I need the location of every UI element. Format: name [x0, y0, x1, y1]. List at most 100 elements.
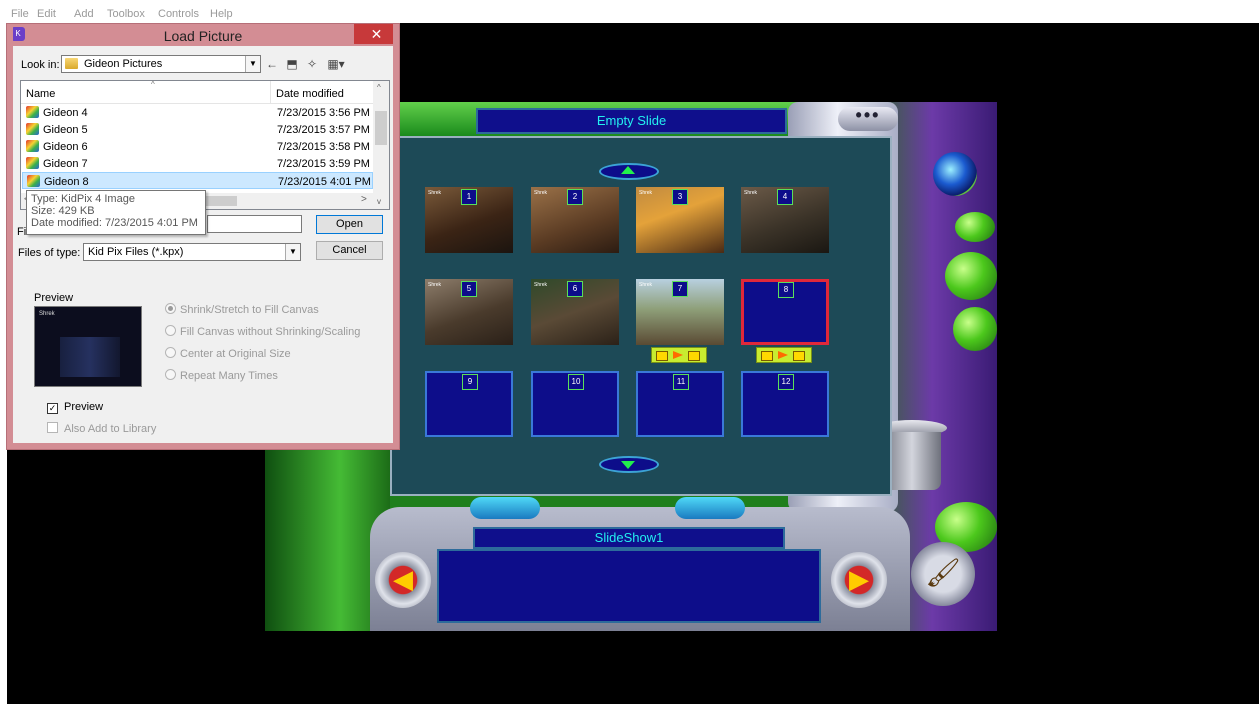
option-label: Center at Original Size: [180, 348, 291, 360]
slide-thumbnail-empty[interactable]: 10: [531, 371, 619, 437]
slide-thumbnail[interactable]: Shrek 1: [425, 187, 513, 253]
open-button[interactable]: Open: [316, 215, 383, 234]
next-button[interactable]: ▶: [831, 552, 887, 608]
file-date: 7/23/2015 3:57 PM: [277, 124, 370, 136]
option-label: Repeat Many Times: [180, 370, 278, 382]
slide-thumbnail[interactable]: Shrek 2: [531, 187, 619, 253]
scrollbar-thumb[interactable]: [375, 111, 387, 145]
column-date-modified[interactable]: Date modified: [276, 88, 344, 100]
preview-label: Preview: [34, 292, 74, 304]
transition-button[interactable]: [651, 347, 707, 363]
add-to-library-checkbox[interactable]: Also Add to Library: [47, 422, 156, 435]
new-folder-icon[interactable]: ✧: [305, 57, 319, 71]
slide-number: 7: [672, 281, 688, 297]
green-ball-decoration: [953, 307, 997, 351]
slide-thumbnail-selected[interactable]: 8: [741, 279, 829, 345]
file-list-header: ^ Name Date modified: [21, 81, 373, 104]
option-center[interactable]: Center at Original Size: [165, 347, 291, 360]
preview-figures: [60, 337, 120, 377]
transition-from-icon: [761, 351, 773, 361]
file-row[interactable]: Gideon 5 7/23/2015 3:57 PM: [22, 121, 373, 138]
slide-thumbnail[interactable]: Shrek 5: [425, 279, 513, 345]
slide-thumbnail-empty[interactable]: 11: [636, 371, 724, 437]
slide-number: 10: [568, 374, 584, 390]
files-of-type-value: Kid Pix Files (*.kpx): [88, 246, 184, 258]
look-in-value: Gideon Pictures: [84, 58, 163, 70]
close-button[interactable]: ✕: [354, 24, 399, 44]
file-tooltip: Type: KidPix 4 Image Size: 429 KB Date m…: [26, 190, 206, 235]
slide-thumbnail-empty[interactable]: 9: [425, 371, 513, 437]
back-icon[interactable]: ←: [265, 57, 279, 71]
menu-help[interactable]: Help: [210, 8, 233, 20]
dialog-titlebar: K Load Picture ✕: [7, 24, 399, 46]
menu-edit[interactable]: Edit: [37, 8, 56, 20]
green-ball-decoration: [945, 252, 997, 300]
arrow-down-icon: [621, 461, 635, 469]
slide-number: 6: [567, 281, 583, 297]
slides-panel: Shrek 1 Shrek 2 Shrek 3 Shrek 4 Shrek 5 Shrek…: [390, 136, 892, 496]
radio-selected-icon: [165, 303, 176, 314]
preview-image: Shrek: [34, 306, 142, 387]
chevron-down-icon[interactable]: ▼: [285, 244, 300, 260]
cancel-button[interactable]: Cancel: [316, 241, 383, 260]
slide-logo: Shrek: [534, 282, 548, 288]
scroll-down-icon[interactable]: v: [377, 197, 381, 206]
files-of-type-dropdown[interactable]: Kid Pix Files (*.kpx) ▼: [83, 243, 301, 261]
preview-checkbox[interactable]: ✓ Preview: [47, 401, 103, 414]
file-row[interactable]: Gideon 4 7/23/2015 3:56 PM: [22, 104, 373, 121]
paint-brush-button[interactable]: 🖌: [911, 542, 975, 606]
up-folder-icon[interactable]: ⬒: [285, 57, 299, 71]
slide-number: 4: [777, 189, 793, 205]
file-row[interactable]: Gideon 7 7/23/2015 3:59 PM: [22, 155, 373, 172]
file-name: Gideon 5: [43, 124, 88, 136]
transition-button[interactable]: [756, 347, 812, 363]
checkbox-label: Preview: [64, 401, 104, 413]
menu-controls[interactable]: Controls: [158, 8, 199, 20]
slide-thumbnail[interactable]: Shrek 7: [636, 279, 724, 345]
slide-thumbnail[interactable]: Shrek 3: [636, 187, 724, 253]
previous-button[interactable]: ◀: [375, 552, 431, 608]
checkbox-label: Also Add to Library: [64, 423, 157, 435]
menu-add[interactable]: Add: [74, 8, 94, 20]
menu-file[interactable]: File: [11, 8, 29, 20]
view-menu-icon[interactable]: ▦▾: [325, 57, 347, 71]
column-name[interactable]: Name: [26, 88, 55, 100]
option-label: Shrink/Stretch to Fill Canvas: [180, 304, 319, 316]
load-picture-dialog: K Load Picture ✕ Look in: Gideon Picture…: [6, 23, 400, 450]
slide-number: 8: [778, 282, 794, 298]
slide-thumbnail[interactable]: Shrek 6: [531, 279, 619, 345]
scroll-down-button[interactable]: [599, 456, 659, 473]
column-divider[interactable]: [270, 81, 271, 103]
option-repeat[interactable]: Repeat Many Times: [165, 369, 278, 382]
vertical-scrollbar[interactable]: ^ v: [373, 81, 389, 209]
transition-to-icon: [793, 351, 805, 361]
option-shrink-stretch[interactable]: Shrink/Stretch to Fill Canvas: [165, 303, 319, 316]
slide-number: 1: [461, 189, 477, 205]
menu-dots-button[interactable]: •••: [838, 106, 898, 131]
slide-thumbnail-empty[interactable]: 12: [741, 371, 829, 437]
radio-icon: [165, 347, 176, 358]
file-row-selected[interactable]: Gideon 8 7/23/2015 4:01 PM: [22, 172, 373, 189]
chevron-down-icon[interactable]: ▼: [245, 56, 260, 72]
file-name-input[interactable]: [207, 215, 302, 233]
file-name: Gideon 8: [44, 176, 89, 188]
file-date: 7/23/2015 4:01 PM: [278, 176, 371, 188]
slide-number: 12: [778, 374, 794, 390]
scroll-up-icon[interactable]: ^: [377, 83, 381, 92]
file-name: Gideon 7: [43, 158, 88, 170]
transition-to-icon: [688, 351, 700, 361]
slide-number: 9: [462, 374, 478, 390]
option-fill-canvas[interactable]: Fill Canvas without Shrinking/Scaling: [165, 325, 360, 338]
scroll-up-button[interactable]: [599, 163, 659, 180]
transition-from-icon: [656, 351, 668, 361]
slideshow-title[interactable]: SlideShow1: [473, 527, 785, 549]
file-row[interactable]: Gideon 6 7/23/2015 3:58 PM: [22, 138, 373, 155]
slideshow-caption-box[interactable]: [437, 549, 821, 623]
slide-thumbnail[interactable]: Shrek 4: [741, 187, 829, 253]
scroll-right-icon[interactable]: >: [361, 194, 367, 205]
transition-arrow-icon: [673, 351, 683, 359]
menu-toolbox[interactable]: Toolbox: [107, 8, 145, 20]
checkmark-icon: ✓: [47, 403, 58, 414]
look-in-dropdown[interactable]: Gideon Pictures ▼: [61, 55, 261, 73]
option-label: Fill Canvas without Shrinking/Scaling: [180, 326, 361, 338]
